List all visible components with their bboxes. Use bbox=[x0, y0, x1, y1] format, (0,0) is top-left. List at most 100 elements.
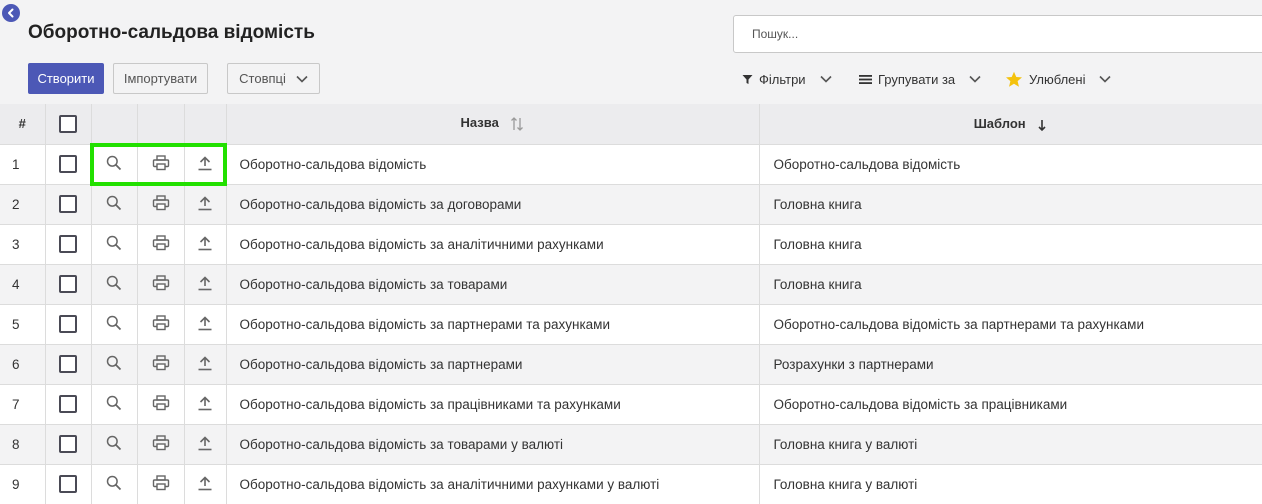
row-name[interactable]: Оборотно-сальдова відомість за договорам… bbox=[226, 184, 760, 225]
table-row[interactable]: 1 Оборотно-сальдова відомість Оборотно-сал… bbox=[0, 144, 1262, 185]
import-button[interactable]: Імпортувати bbox=[113, 63, 208, 94]
table-row[interactable]: 8 Оборотно-сальдова відомість за товарами… bbox=[0, 424, 1262, 465]
row-checkbox[interactable] bbox=[59, 395, 77, 413]
export-button[interactable] bbox=[198, 195, 212, 211]
row-name[interactable]: Оборотно-сальдова відомість за працівник… bbox=[226, 384, 760, 425]
row-checkbox[interactable] bbox=[59, 275, 77, 293]
view-button[interactable] bbox=[106, 355, 122, 371]
print-button[interactable] bbox=[152, 314, 170, 331]
favorites-dropdown[interactable]: Улюблені bbox=[1005, 69, 1112, 89]
row-select-cell[interactable] bbox=[45, 224, 92, 265]
export-button[interactable] bbox=[198, 475, 212, 491]
row-name[interactable]: Оборотно-сальдова відомість за товарами … bbox=[226, 424, 760, 465]
row-select-cell[interactable] bbox=[45, 464, 92, 504]
select-all-checkbox[interactable] bbox=[59, 114, 77, 133]
print-button[interactable] bbox=[152, 234, 170, 251]
print-cell[interactable] bbox=[137, 344, 185, 385]
print-cell[interactable] bbox=[137, 224, 185, 265]
export-cell[interactable] bbox=[184, 424, 227, 465]
view-cell[interactable] bbox=[91, 224, 138, 265]
row-select-cell[interactable] bbox=[45, 424, 92, 465]
export-button[interactable] bbox=[198, 235, 212, 251]
view-button[interactable] bbox=[106, 315, 122, 331]
export-button[interactable] bbox=[198, 395, 212, 411]
table-row[interactable]: 5 Оборотно-сальдова відомість за партнера… bbox=[0, 304, 1262, 345]
row-select-cell[interactable] bbox=[45, 264, 92, 305]
print-button[interactable] bbox=[152, 194, 170, 211]
row-name[interactable]: Оборотно-сальдова відомість за партнерам… bbox=[226, 344, 760, 385]
print-button[interactable] bbox=[152, 274, 170, 291]
table-row[interactable]: 7 Оборотно-сальдова відомість за працівни… bbox=[0, 384, 1262, 425]
print-button[interactable] bbox=[152, 474, 170, 491]
print-cell[interactable] bbox=[137, 424, 185, 465]
print-cell[interactable] bbox=[137, 184, 185, 225]
table-row[interactable]: 4 Оборотно-сальдова відомість за товарами… bbox=[0, 264, 1262, 305]
filters-dropdown[interactable]: Фільтри bbox=[742, 69, 832, 89]
view-cell[interactable] bbox=[91, 184, 138, 225]
row-name[interactable]: Оборотно-сальдова відомість за аналітичн… bbox=[226, 464, 760, 504]
row-name[interactable]: Оборотно-сальдова відомість за партнерам… bbox=[226, 304, 760, 345]
search-input[interactable] bbox=[733, 15, 1262, 53]
export-cell[interactable] bbox=[184, 464, 227, 504]
print-button[interactable] bbox=[152, 394, 170, 411]
row-checkbox[interactable] bbox=[59, 155, 77, 173]
view-button[interactable] bbox=[106, 155, 122, 171]
table-row[interactable]: 6 Оборотно-сальдова відомість за партнера… bbox=[0, 344, 1262, 385]
export-cell[interactable] bbox=[184, 304, 227, 345]
print-cell[interactable] bbox=[137, 144, 185, 185]
back-button[interactable] bbox=[2, 4, 20, 22]
print-button[interactable] bbox=[152, 354, 170, 371]
row-name[interactable]: Оборотно-сальдова відомість за аналітичн… bbox=[226, 224, 760, 265]
print-cell[interactable] bbox=[137, 264, 185, 305]
row-checkbox[interactable] bbox=[59, 355, 77, 373]
view-cell[interactable] bbox=[91, 304, 138, 345]
row-checkbox[interactable] bbox=[59, 435, 77, 453]
row-select-cell[interactable] bbox=[45, 304, 92, 345]
view-button[interactable] bbox=[106, 275, 122, 291]
table-row[interactable]: 3 Оборотно-сальдова відомість за аналітич… bbox=[0, 224, 1262, 265]
view-button[interactable] bbox=[106, 195, 122, 211]
print-button[interactable] bbox=[152, 434, 170, 451]
export-button[interactable] bbox=[198, 355, 212, 371]
row-select-cell[interactable] bbox=[45, 144, 92, 185]
view-button[interactable] bbox=[106, 395, 122, 411]
row-name[interactable]: Оборотно-сальдова відомість за товарами bbox=[226, 264, 760, 305]
row-checkbox[interactable] bbox=[59, 195, 77, 213]
table-row[interactable]: 2 Оборотно-сальдова відомість за договора… bbox=[0, 184, 1262, 225]
print-cell[interactable] bbox=[137, 384, 185, 425]
view-cell[interactable] bbox=[91, 264, 138, 305]
view-cell[interactable] bbox=[91, 144, 138, 185]
view-cell[interactable] bbox=[91, 384, 138, 425]
view-button[interactable] bbox=[106, 435, 122, 451]
export-cell[interactable] bbox=[184, 144, 227, 185]
view-cell[interactable] bbox=[91, 344, 138, 385]
column-header-name[interactable]: Назва bbox=[226, 104, 760, 145]
export-cell[interactable] bbox=[184, 184, 227, 225]
row-name[interactable]: Оборотно-сальдова відомість bbox=[226, 144, 760, 185]
row-select-cell[interactable] bbox=[45, 384, 92, 425]
view-cell[interactable] bbox=[91, 464, 138, 504]
export-button[interactable] bbox=[198, 275, 212, 291]
view-cell[interactable] bbox=[91, 424, 138, 465]
column-header-template[interactable]: Шаблон bbox=[759, 104, 1262, 145]
export-cell[interactable] bbox=[184, 224, 227, 265]
export-button[interactable] bbox=[198, 155, 212, 171]
create-button[interactable]: Створити bbox=[28, 63, 104, 94]
row-checkbox[interactable] bbox=[59, 235, 77, 253]
row-checkbox[interactable] bbox=[59, 475, 77, 493]
export-button[interactable] bbox=[198, 315, 212, 331]
export-button[interactable] bbox=[198, 435, 212, 451]
view-button[interactable] bbox=[106, 235, 122, 251]
columns-dropdown[interactable]: Стовпці bbox=[227, 63, 320, 94]
export-cell[interactable] bbox=[184, 384, 227, 425]
print-button[interactable] bbox=[152, 154, 170, 171]
view-button[interactable] bbox=[106, 475, 122, 491]
group-by-dropdown[interactable]: Групувати за bbox=[859, 69, 981, 89]
row-select-cell[interactable] bbox=[45, 184, 92, 225]
export-cell[interactable] bbox=[184, 344, 227, 385]
table-row[interactable]: 9 Оборотно-сальдова відомість за аналітич… bbox=[0, 464, 1262, 504]
row-checkbox[interactable] bbox=[59, 315, 77, 333]
export-cell[interactable] bbox=[184, 264, 227, 305]
print-cell[interactable] bbox=[137, 464, 185, 504]
print-cell[interactable] bbox=[137, 304, 185, 345]
